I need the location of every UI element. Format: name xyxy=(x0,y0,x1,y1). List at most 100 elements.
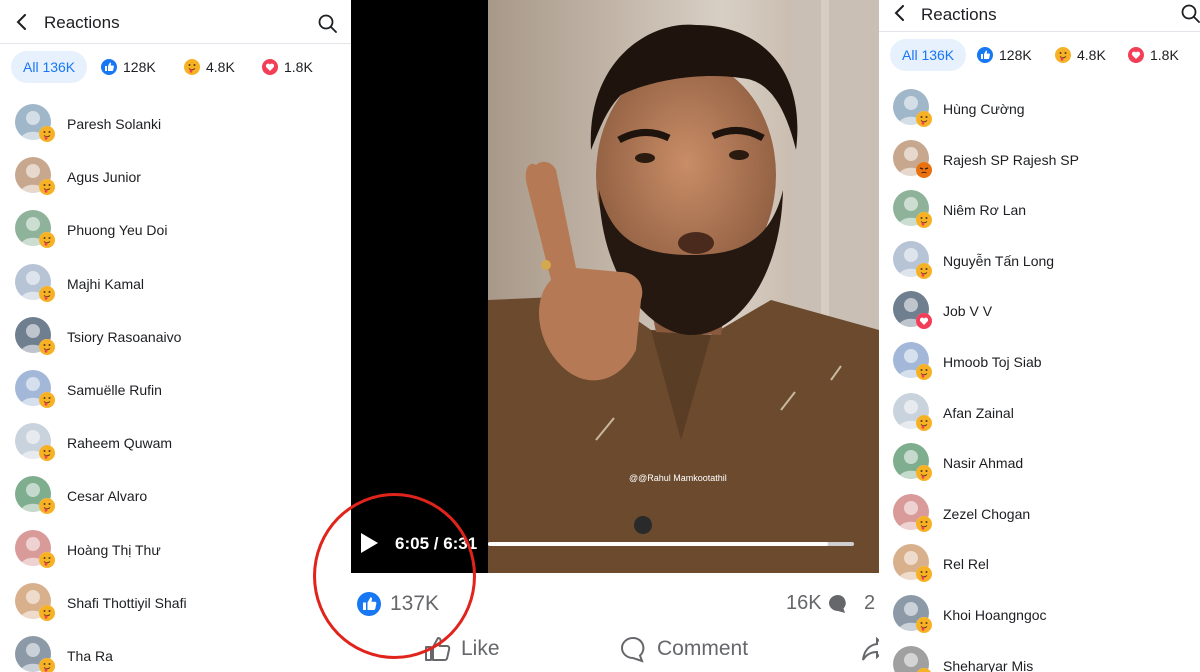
tab-love[interactable]: 1.8K xyxy=(262,51,313,83)
reaction-tabs: All 136K 128K 4.8K 1.8K xyxy=(879,32,1200,80)
person-name[interactable]: Raheem Quwam xyxy=(67,435,172,451)
reaction-tabs: All 136K 128K 4.8K 1.8K xyxy=(0,44,351,92)
list-item[interactable]: Khoi Hoangngoc xyxy=(879,595,1200,647)
care-icon xyxy=(916,212,932,229)
comment-button[interactable]: Comment xyxy=(619,635,748,663)
list-item[interactable]: Shafi Thottiyil Shafi xyxy=(0,582,351,635)
comment-bubble-icon xyxy=(828,594,846,613)
care-icon xyxy=(39,604,55,621)
person-name[interactable]: Khoi Hoangngoc xyxy=(943,607,1047,623)
list-item[interactable]: Hoàng Thị Thư xyxy=(0,529,351,582)
list-item[interactable]: Raheem Quwam xyxy=(0,423,351,475)
person-name[interactable]: Sheharyar Mis xyxy=(943,658,1033,672)
play-icon[interactable] xyxy=(359,532,379,554)
thumbs-up-icon xyxy=(425,637,451,661)
share-button[interactable] xyxy=(861,635,879,663)
reactions-header: Reactions xyxy=(879,0,1200,32)
care-icon xyxy=(184,59,200,75)
list-item[interactable]: Paresh Solanki xyxy=(0,104,351,156)
like-button[interactable]: Like xyxy=(423,635,500,663)
list-item[interactable]: Nguyễn Tấn Long xyxy=(879,240,1200,293)
reactions-panel-right: Reactions All 136K 128K 4.8K 1.8K Hùng C… xyxy=(879,0,1200,672)
list-item[interactable]: Samuëlle Rufin xyxy=(0,370,351,422)
list-item[interactable]: Rel Rel xyxy=(879,544,1200,596)
person-name[interactable]: Phuong Yeu Doi xyxy=(67,222,167,238)
tab-care[interactable]: 4.8K xyxy=(1055,39,1106,71)
video-time: 6:05 / 6:31 xyxy=(395,534,478,553)
person-name[interactable]: Nasir Ahmad xyxy=(943,455,1023,471)
search-icon[interactable] xyxy=(318,14,337,33)
like-icon xyxy=(357,592,381,616)
engagement-bar: 137K 16K 2 Like Comment xyxy=(351,573,879,672)
reactions-title: Reactions xyxy=(44,13,120,32)
person-name[interactable]: Samuëlle Rufin xyxy=(67,382,162,398)
list-item[interactable]: Hùng Cường xyxy=(879,89,1200,141)
video-controls: 6:05 / 6:31 xyxy=(351,520,879,570)
list-item[interactable]: Tha Ra xyxy=(0,636,351,672)
list-item[interactable]: Afan Zainal xyxy=(879,392,1200,445)
list-item[interactable]: Tsiory Rasoanaivo xyxy=(0,316,351,369)
reactions-panel-left: Reactions All 136K 128K 4.8K 1.8K Paresh… xyxy=(0,0,351,672)
person-name[interactable]: Rel Rel xyxy=(943,556,989,572)
care-icon xyxy=(39,445,55,462)
person-name[interactable]: Hmoob Toj Siab xyxy=(943,354,1042,370)
list-item[interactable]: Niêm Rơ Lan xyxy=(879,190,1200,242)
video-progress-bar[interactable] xyxy=(488,542,854,546)
list-item[interactable]: Zezel Chogan xyxy=(879,493,1200,546)
care-icon xyxy=(39,551,55,568)
person-name[interactable]: Paresh Solanki xyxy=(67,116,161,132)
person-name[interactable]: Cesar Alvaro xyxy=(67,488,147,504)
care-icon xyxy=(39,658,55,672)
care-icon xyxy=(916,262,932,279)
person-name[interactable]: Tsiory Rasoanaivo xyxy=(67,329,181,345)
care-icon xyxy=(39,179,55,196)
person-name[interactable]: Zezel Chogan xyxy=(943,506,1030,522)
person-name[interactable]: Job V V xyxy=(943,303,992,319)
list-item[interactable]: Job V V xyxy=(879,291,1200,343)
like-count[interactable]: 137K xyxy=(357,592,439,616)
care-icon xyxy=(916,364,932,380)
tab-all[interactable]: All 136K xyxy=(11,51,88,83)
share-count[interactable]: 2 xyxy=(864,592,875,615)
care-icon xyxy=(39,232,55,249)
back-arrow-icon[interactable] xyxy=(892,5,908,21)
tab-like[interactable]: 128K xyxy=(977,39,1032,71)
love-icon xyxy=(916,313,932,330)
comment-count[interactable]: 16K xyxy=(786,592,849,615)
person-name[interactable]: Shafi Thottiyil Shafi xyxy=(67,595,187,611)
person-name[interactable]: Rajesh SP Rajesh SP xyxy=(943,152,1079,168)
person-name[interactable]: Tha Ra xyxy=(67,648,113,664)
list-item[interactable]: Cesar Alvaro xyxy=(0,476,351,528)
person-name[interactable]: Hoàng Thị Thư xyxy=(67,542,161,558)
care-icon xyxy=(916,566,932,583)
care-icon xyxy=(39,126,55,142)
person-name[interactable]: Agus Junior xyxy=(67,169,141,185)
list-item[interactable]: Nasir Ahmad xyxy=(879,443,1200,495)
list-item[interactable]: Agus Junior xyxy=(0,157,351,209)
care-icon xyxy=(916,617,932,633)
love-icon xyxy=(262,59,278,75)
person-name[interactable]: Majhi Kamal xyxy=(67,276,144,292)
reactions-header: Reactions xyxy=(0,0,351,44)
list-item[interactable]: Sheharyar Mis xyxy=(879,645,1200,672)
tab-care[interactable]: 4.8K xyxy=(184,51,235,83)
list-item[interactable]: Hmoob Toj Siab xyxy=(879,342,1200,394)
back-arrow-icon[interactable] xyxy=(14,14,30,30)
person-name[interactable]: Afan Zainal xyxy=(943,405,1014,421)
love-icon xyxy=(1128,47,1144,63)
angry-icon xyxy=(916,161,932,178)
person-name[interactable]: Hùng Cường xyxy=(943,101,1025,117)
list-item[interactable]: Rajesh SP Rajesh SP xyxy=(879,139,1200,192)
reactions-title: Reactions xyxy=(921,5,997,24)
list-item[interactable]: Majhi Kamal xyxy=(0,263,351,316)
search-icon[interactable] xyxy=(1181,4,1200,23)
tab-all[interactable]: All 136K xyxy=(890,39,967,71)
tab-like[interactable]: 128K xyxy=(101,51,156,83)
video-player[interactable]: @@Rahul Mamkootathil 6:05 / 6:31 xyxy=(351,0,879,573)
person-name[interactable]: Nguyễn Tấn Long xyxy=(943,253,1054,269)
person-name[interactable]: Niêm Rơ Lan xyxy=(943,202,1026,218)
list-item[interactable]: Phuong Yeu Doi xyxy=(0,210,351,262)
tab-love[interactable]: 1.8K xyxy=(1128,39,1179,71)
care-icon xyxy=(39,338,55,355)
care-icon xyxy=(916,111,932,127)
